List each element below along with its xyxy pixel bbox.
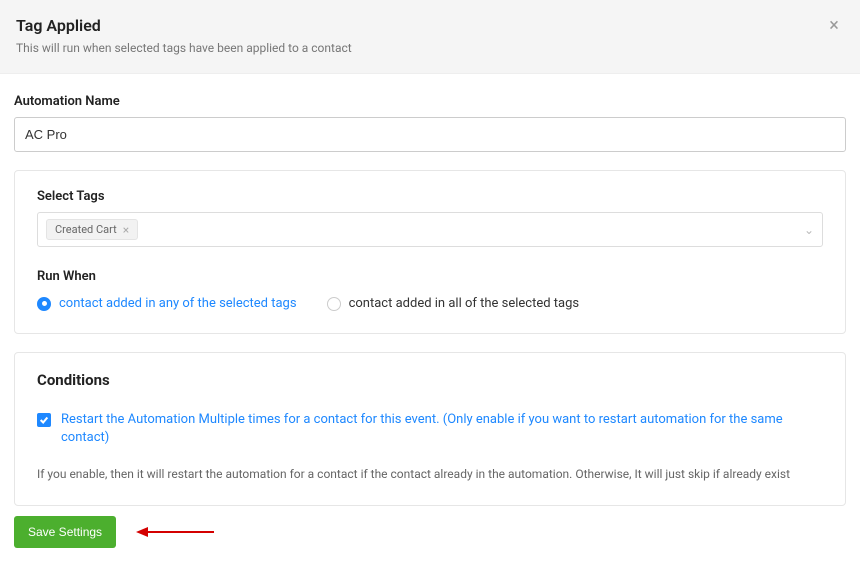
select-tags-label: Select Tags (37, 189, 823, 204)
run-when-option-any[interactable]: contact added in any of the selected tag… (37, 296, 297, 311)
modal-content: Automation Name Select Tags Created Cart… (0, 74, 860, 506)
radio-unselected-icon (327, 297, 341, 311)
chevron-down-icon: ⌄ (804, 223, 814, 237)
run-when-any-label: contact added in any of the selected tag… (59, 296, 297, 311)
conditions-title: Conditions (37, 371, 823, 389)
automation-name-input[interactable] (14, 117, 846, 152)
automation-name-section: Automation Name (14, 94, 846, 152)
run-when-all-label: contact added in all of the selected tag… (349, 296, 580, 311)
tag-chip[interactable]: Created Cart × (46, 219, 138, 240)
conditions-panel: Conditions Restart the Automation Multip… (14, 352, 846, 506)
save-button[interactable]: Save Settings (14, 516, 116, 548)
modal-footer: Save Settings (0, 506, 860, 558)
tag-chip-label: Created Cart (55, 223, 117, 236)
run-when-label: Run When (37, 269, 823, 284)
restart-helper-text: If you enable, then it will restart the … (37, 465, 823, 483)
tag-remove-icon[interactable]: × (123, 224, 129, 236)
tag-select-dropdown[interactable]: Created Cart × ⌄ (37, 212, 823, 247)
restart-label: Restart the Automation Multiple times fo… (61, 411, 823, 447)
checkbox-checked-icon[interactable] (37, 413, 51, 427)
restart-checkbox-row[interactable]: Restart the Automation Multiple times fo… (37, 411, 823, 447)
tags-panel: Select Tags Created Cart × ⌄ Run When co… (14, 170, 846, 334)
modal-header: Tag Applied This will run when selected … (0, 0, 860, 74)
radio-selected-icon (37, 297, 51, 311)
run-when-options: contact added in any of the selected tag… (37, 296, 823, 311)
close-icon[interactable]: × (826, 18, 842, 34)
run-when-option-all[interactable]: contact added in all of the selected tag… (327, 296, 580, 311)
modal-subtitle: This will run when selected tags have be… (16, 41, 844, 55)
annotation-arrow-icon (136, 524, 216, 540)
modal-title: Tag Applied (16, 16, 844, 35)
automation-name-label: Automation Name (14, 94, 846, 109)
